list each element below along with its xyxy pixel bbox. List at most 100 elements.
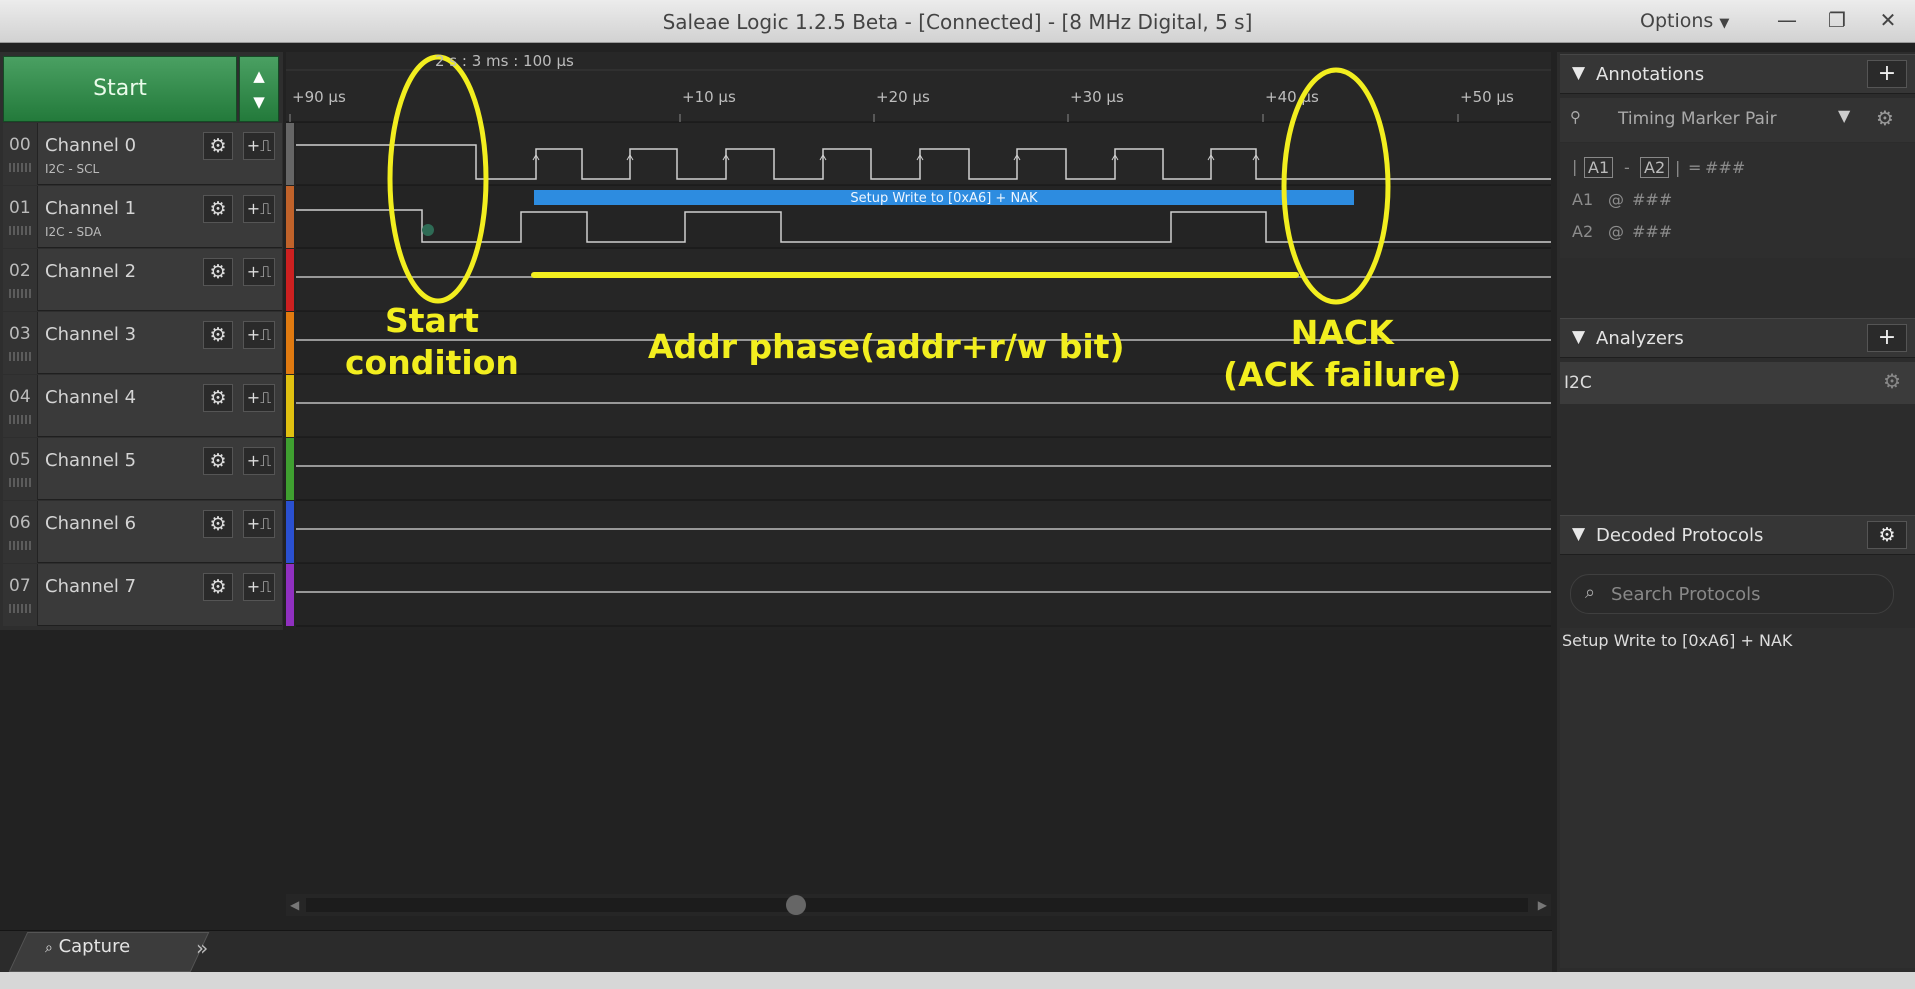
- start-options-button[interactable]: ▲ ▼: [239, 56, 279, 122]
- channel-color-swatch: [286, 375, 294, 437]
- marker-values: | A1 - A2 | = ### A1 @ ### A2 @ ###: [1560, 143, 1915, 258]
- channel-color-swatch: [286, 312, 294, 374]
- channel-number-cell: 02: [3, 249, 38, 311]
- a1-at: @: [1608, 190, 1624, 209]
- timing-marker-row: ⚲ Timing Marker Pair ▼ ⚙: [1560, 98, 1915, 142]
- decoded-protocols-header[interactable]: ▼ Decoded Protocols ⚙: [1560, 515, 1915, 555]
- ruler-tick-label: +40 µs: [1265, 88, 1319, 106]
- gear-icon[interactable]: ⚙: [203, 447, 233, 475]
- trigger-icon[interactable]: +⎍: [243, 384, 275, 412]
- minimize-button[interactable]: —: [1765, 4, 1809, 36]
- channel-row[interactable]: 02 Channel 2 ⚙ +⎍: [3, 249, 282, 311]
- start-label-line2: condition: [345, 343, 519, 382]
- drag-handle-icon[interactable]: [9, 352, 31, 361]
- channel-name[interactable]: Channel 7: [45, 576, 136, 597]
- horizontal-scrollbar[interactable]: ◀ ▶: [286, 894, 1551, 916]
- channel-color-swatch: [286, 501, 294, 563]
- channel-name[interactable]: Channel 2: [45, 261, 136, 282]
- analyzer-item[interactable]: I2C ⚙: [1560, 362, 1915, 404]
- analyzer-item-label: I2C: [1564, 373, 1592, 393]
- collapse-triangle-icon[interactable]: ▼: [1572, 524, 1585, 544]
- start-condition-annotation: Start condition: [345, 300, 519, 384]
- channel-number: 02: [9, 261, 31, 281]
- drag-handle-icon[interactable]: [9, 478, 31, 487]
- channel-row[interactable]: 06 Channel 6 ⚙ +⎍: [3, 501, 282, 563]
- channel-name[interactable]: Channel 0: [45, 135, 136, 156]
- scroll-thumb[interactable]: [786, 895, 806, 915]
- channel-row[interactable]: 03 Channel 3 ⚙ +⎍: [3, 312, 282, 374]
- channel-color-swatch: [286, 564, 294, 626]
- gear-icon[interactable]: ⚙: [203, 321, 233, 349]
- nack-label-line1: NACK: [1290, 313, 1394, 352]
- search-protocols-input[interactable]: ⌕ Search Protocols: [1570, 574, 1894, 614]
- eq-sign: =: [1688, 158, 1702, 177]
- trigger-icon[interactable]: +⎍: [243, 258, 275, 286]
- channel-row[interactable]: 04 Channel 4 ⚙ +⎍: [3, 375, 282, 437]
- drag-handle-icon[interactable]: [9, 415, 31, 424]
- a2-label: A2: [1572, 222, 1594, 241]
- drag-handle-icon[interactable]: [9, 289, 31, 298]
- center-time-label: 2 s : 3 ms : 100 µs: [435, 52, 574, 70]
- gear-icon[interactable]: ⚙: [1883, 369, 1901, 393]
- analyzers-title: Analyzers: [1596, 328, 1684, 349]
- decoded-result-row[interactable]: Setup Write to [0xA6] + NAK: [1562, 631, 1792, 650]
- options-label: Options: [1640, 10, 1714, 32]
- channel-row[interactable]: 07 Channel 7 ⚙ +⎍: [3, 564, 282, 626]
- analyzers-header[interactable]: ▼ Analyzers +: [1560, 318, 1915, 358]
- trigger-icon[interactable]: +⎍: [243, 321, 275, 349]
- close-button[interactable]: ✕: [1866, 4, 1910, 36]
- channel-number-cell: 07: [3, 564, 38, 626]
- pin-icon: ⚲: [1570, 108, 1581, 126]
- channel-name[interactable]: Channel 3: [45, 324, 136, 345]
- channel-name[interactable]: Channel 4: [45, 387, 136, 408]
- add-analyzer-button[interactable]: +: [1867, 324, 1907, 352]
- trigger-icon[interactable]: +⎍: [243, 195, 275, 223]
- annotations-title: Annotations: [1596, 64, 1705, 85]
- drag-handle-icon[interactable]: [9, 604, 31, 613]
- capture-tab[interactable]: ⌕ Capture: [45, 936, 130, 957]
- options-menu[interactable]: Options ▼: [1640, 10, 1729, 32]
- collapse-triangle-icon[interactable]: ▼: [1572, 327, 1585, 347]
- gear-icon[interactable]: ⚙: [1876, 106, 1894, 130]
- timing-marker-select[interactable]: Timing Marker Pair: [1618, 109, 1777, 129]
- start-button[interactable]: Start: [3, 56, 237, 122]
- drag-handle-icon[interactable]: [9, 226, 31, 235]
- channel-number-cell: 01: [3, 186, 38, 248]
- scroll-track: [306, 898, 1528, 912]
- channel-analyzer-label: I2C - SDA: [45, 225, 102, 239]
- trigger-icon[interactable]: +⎍: [243, 510, 275, 538]
- channel-number-cell: 03: [3, 312, 38, 374]
- drag-handle-icon[interactable]: [9, 163, 31, 172]
- more-tabs-icon[interactable]: »: [196, 936, 208, 960]
- gear-icon[interactable]: ⚙: [203, 510, 233, 538]
- channel-name[interactable]: Channel 5: [45, 450, 136, 471]
- gear-icon[interactable]: ⚙: [203, 132, 233, 160]
- scroll-right-icon[interactable]: ▶: [1538, 898, 1547, 912]
- channel-number-cell: 06: [3, 501, 38, 563]
- channel-row[interactable]: 01 Channel 1 I2C - SDA ⚙ +⎍: [3, 186, 282, 248]
- channel-row[interactable]: 00 Channel 0 I2C - SCL ⚙ +⎍: [3, 123, 282, 185]
- add-annotation-button[interactable]: +: [1867, 60, 1907, 88]
- restore-button[interactable]: ❐: [1815, 4, 1859, 36]
- chevron-down-icon: ▼: [1719, 16, 1730, 31]
- channel-row[interactable]: 05 Channel 5 ⚙ +⎍: [3, 438, 282, 500]
- gear-icon[interactable]: ⚙: [1867, 521, 1907, 549]
- drag-handle-icon[interactable]: [9, 541, 31, 550]
- a1-value: ###: [1632, 190, 1673, 209]
- trigger-icon[interactable]: +⎍: [243, 132, 275, 160]
- scroll-left-icon[interactable]: ◀: [290, 898, 299, 912]
- channel-number: 03: [9, 324, 31, 344]
- gear-icon[interactable]: ⚙: [203, 573, 233, 601]
- chevron-down-icon[interactable]: ▼: [1838, 106, 1850, 125]
- collapse-triangle-icon[interactable]: ▼: [1572, 63, 1585, 83]
- gear-icon[interactable]: ⚙: [203, 384, 233, 412]
- capture-tab-label: Capture: [58, 936, 131, 957]
- trigger-icon[interactable]: +⎍: [243, 573, 275, 601]
- dash-sep: -: [1624, 158, 1630, 177]
- gear-icon[interactable]: ⚙: [203, 258, 233, 286]
- gear-icon[interactable]: ⚙: [203, 195, 233, 223]
- trigger-icon[interactable]: +⎍: [243, 447, 275, 475]
- channel-name[interactable]: Channel 6: [45, 513, 136, 534]
- channel-name[interactable]: Channel 1: [45, 198, 136, 219]
- annotations-header[interactable]: ▼ Annotations +: [1560, 54, 1915, 94]
